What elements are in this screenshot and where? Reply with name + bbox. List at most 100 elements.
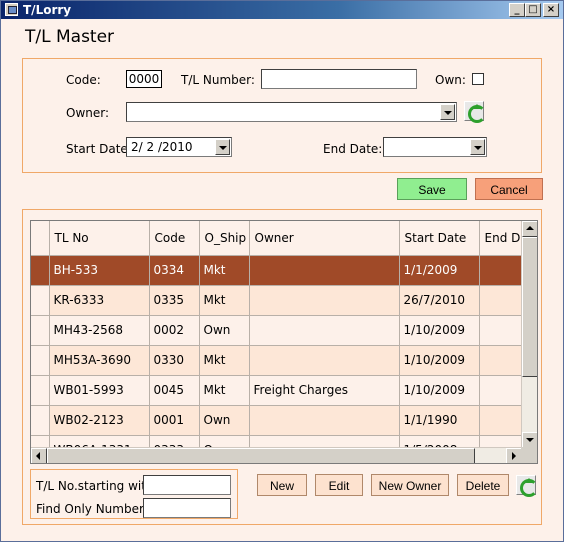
cell-o-ship[interactable]: Own [199,405,250,436]
cell-tl-no[interactable]: KR-6333 [49,285,150,316]
cell-code[interactable]: 0001 [149,405,200,436]
cell-end-date[interactable] [479,285,522,316]
cell-code[interactable]: 0045 [149,375,200,406]
chevron-down-icon[interactable] [215,139,230,155]
cell-owner[interactable] [249,405,400,436]
cell-tl-no[interactable]: WB02-2123 [49,405,150,436]
cell-end-date[interactable] [479,315,522,346]
row-header-cell[interactable] [31,285,50,316]
cell-end-date[interactable] [479,345,522,376]
cell-code[interactable]: 0334 [149,255,200,286]
refresh-owner-icon[interactable] [464,101,486,123]
column-header-o-ship[interactable]: O_Ship [199,221,250,256]
cell-o-ship[interactable]: Mkt [199,375,250,406]
row-header-cell[interactable] [31,315,50,346]
end-date-picker[interactable] [383,137,487,157]
window-title: T/Lorry [23,3,72,17]
tl-number-input[interactable] [261,69,417,89]
cell-end-date[interactable] [479,405,522,436]
tl-number-label: T/L Number: [181,73,255,87]
cell-o-ship[interactable]: Mkt [199,255,250,286]
maximize-button[interactable]: □ [525,3,541,17]
cell-start-date[interactable]: 1/1/2009 [399,255,480,286]
start-date-value: 2/ 2 /2010 [131,140,193,154]
cell-o-ship[interactable]: Mkt [199,285,250,316]
cancel-button[interactable]: Cancel [475,178,543,200]
entry-panel: Code: 0000 T/L Number: Own: Owner: Start… [22,58,542,173]
cell-owner[interactable]: Freight Charges [249,375,400,406]
cell-start-date[interactable]: 1/1/1990 [399,405,480,436]
vertical-scroll-thumb[interactable] [522,237,537,377]
table-row[interactable]: MH53A-3690 0330 Mkt 1/10/2009 [31,345,522,376]
column-header-code[interactable]: Code [149,221,200,256]
cell-o-ship[interactable]: Mkt [199,345,250,376]
edit-button[interactable]: Edit [315,474,363,496]
chevron-down-icon[interactable] [440,104,455,120]
title-bar[interactable]: T/Lorry _ □ × [1,1,563,19]
table-row[interactable]: WB02-2123 0001 Own 1/1/1990 [31,405,522,436]
cell-tl-no[interactable]: BH-533 [49,255,150,286]
refresh-grid-icon[interactable] [516,475,538,497]
column-header-start-date[interactable]: Start Date [399,221,480,256]
column-header-tl-no[interactable]: TL No [49,221,150,256]
column-header-owner[interactable]: Owner [249,221,400,256]
scroll-left-icon[interactable] [31,448,47,463]
cell-o-ship[interactable]: Own [199,315,250,346]
cell-start-date[interactable]: 1/10/2009 [399,345,480,376]
delete-button[interactable]: Delete [457,474,509,496]
table-row[interactable]: BH-533 0334 Mkt 1/1/2009 [31,255,522,286]
horizontal-scroll-thumb[interactable] [47,448,475,463]
scroll-down-icon[interactable] [522,432,537,448]
row-header-cell[interactable] [31,255,50,286]
cell-start-date[interactable]: 26/7/2010 [399,285,480,316]
horizontal-scrollbar[interactable] [31,447,522,463]
cell-owner[interactable] [249,345,400,376]
row-header-cell[interactable] [31,345,50,376]
table-row[interactable]: KR-6333 0335 Mkt 26/7/2010 [31,285,522,316]
start-date-label: Start Date: [66,142,132,156]
chevron-down-icon[interactable] [470,139,485,155]
cell-code[interactable]: 0002 [149,315,200,346]
minimize-button[interactable]: _ [509,3,525,17]
vertical-scrollbar[interactable] [521,221,537,448]
cell-code[interactable]: 0335 [149,285,200,316]
new-button[interactable]: New [257,474,307,496]
cell-owner[interactable] [249,315,400,346]
scroll-up-icon[interactable] [522,221,537,237]
row-header-corner [31,221,50,256]
table-row[interactable]: MH43-2568 0002 Own 1/10/2009 [31,315,522,346]
starting-with-input[interactable] [143,475,231,495]
cell-tl-no[interactable]: MH43-2568 [49,315,150,346]
start-date-picker[interactable]: 2/ 2 /2010 [126,137,232,157]
save-button[interactable]: Save [397,178,467,200]
filter-panel: T/L No.starting with: Find Only Number: [30,469,238,519]
cell-start-date[interactable]: 1/10/2009 [399,315,480,346]
new-owner-button[interactable]: New Owner [371,474,449,496]
own-label: Own: [435,73,466,87]
cell-end-date[interactable] [479,375,522,406]
grid-viewport: TL No Code O_Ship Owner Start Date End D… [31,221,522,448]
close-button[interactable]: × [543,3,559,17]
own-checkbox[interactable] [472,73,484,85]
row-header-cell[interactable] [31,375,50,406]
column-header-end-date[interactable]: End Date [479,221,522,256]
cell-owner[interactable] [249,255,400,286]
table-row[interactable]: WB01-5993 0045 Mkt Freight Charges 1/10/2009 [31,375,522,406]
cell-owner[interactable] [249,285,400,316]
cell-start-date[interactable]: 1/10/2009 [399,375,480,406]
tl-grid[interactable]: TL No Code O_Ship Owner Start Date End D… [30,220,538,464]
cell-code[interactable]: 0330 [149,345,200,376]
scroll-right-icon[interactable] [506,448,522,463]
owner-label: Owner: [66,106,110,120]
row-header-cell[interactable] [31,405,50,436]
end-date-label: End Date: [323,142,383,156]
app-icon [5,3,18,16]
cell-end-date[interactable] [479,255,522,286]
cell-tl-no[interactable]: MH53A-3690 [49,345,150,376]
owner-select[interactable] [126,102,457,122]
scroll-corner [521,447,537,463]
tlorry-window: T/Lorry _ □ × T/L Master Code: 0000 T/L … [0,0,564,542]
cell-tl-no[interactable]: WB01-5993 [49,375,150,406]
find-number-input[interactable] [143,498,231,518]
starting-with-label: T/L No.starting with: [36,479,158,493]
